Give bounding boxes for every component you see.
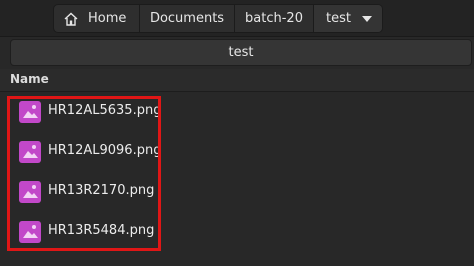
list-item[interactable]: HR12AL5635.png xyxy=(0,92,474,132)
column-header-name[interactable]: Name xyxy=(10,72,49,86)
image-file-icon xyxy=(19,101,41,123)
file-name: HR13R5484.png xyxy=(48,223,155,238)
column-header: Name xyxy=(0,69,474,92)
location-title-label: test xyxy=(228,45,254,60)
caret-down-icon[interactable] xyxy=(361,15,372,22)
list-item[interactable]: HR13R2170.png xyxy=(0,172,474,212)
file-name: HR12AL9096.png xyxy=(48,143,162,158)
list-item[interactable]: HR13R5484.png xyxy=(0,212,474,252)
image-file-icon xyxy=(19,181,41,203)
location-title[interactable]: test xyxy=(10,39,472,66)
file-name: HR12AL5635.png xyxy=(48,103,162,118)
breadcrumb-documents[interactable]: Documents xyxy=(140,5,235,32)
image-file-icon xyxy=(19,141,41,163)
list-item[interactable]: HR12AL9096.png xyxy=(0,132,474,172)
image-file-icon xyxy=(19,221,41,243)
breadcrumb-current-label: test xyxy=(326,11,351,26)
breadcrumb-home[interactable]: Home xyxy=(54,5,140,32)
breadcrumb: Home Documents batch-20 test xyxy=(53,4,383,33)
breadcrumb-batch-label: batch-20 xyxy=(245,11,303,26)
breadcrumb-current[interactable]: test xyxy=(314,5,382,32)
file-manager-window: Home Documents batch-20 test test Name H… xyxy=(0,0,474,266)
breadcrumb-home-label: Home xyxy=(88,11,127,26)
file-list: HR12AL5635.png HR12AL9096.png HR13R2170.… xyxy=(0,92,474,266)
breadcrumb-documents-label: Documents xyxy=(149,11,225,26)
file-name: HR13R2170.png xyxy=(48,183,155,198)
home-icon xyxy=(64,12,78,26)
breadcrumb-batch[interactable]: batch-20 xyxy=(235,5,314,32)
header-bar: Home Documents batch-20 test xyxy=(0,0,474,37)
